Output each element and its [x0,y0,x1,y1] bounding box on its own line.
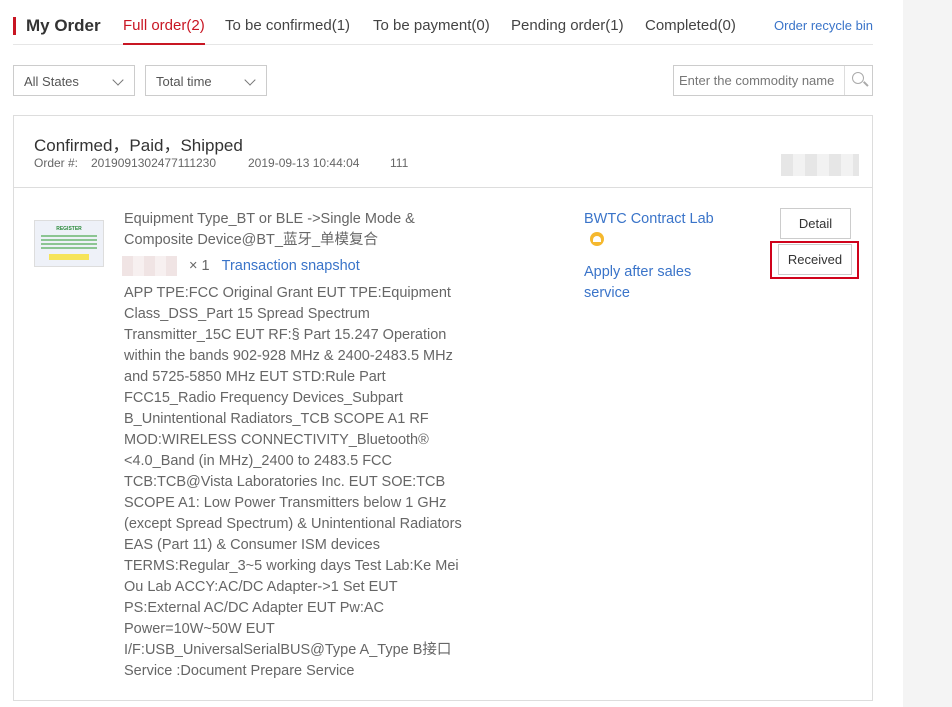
order-number-label: Order #: [34,156,79,170]
page-title: My Order [26,16,101,35]
commodity-search [673,65,873,96]
order-card-header: Confirmed，Paid，Shipped Order #: 20190913… [14,116,872,188]
order-card: Confirmed，Paid，Shipped Order #: 20190913… [13,115,873,701]
tab-to-be-confirmed[interactable]: To be confirmed(1) [225,17,350,34]
received-highlight-box [770,241,859,279]
seller-link[interactable]: BWTC Contract Lab [584,209,714,251]
order-number: 2019091302477111230 [91,156,217,170]
commodity-search-input[interactable] [674,66,844,95]
product-quantity: × 1 [189,257,210,274]
order-datetime: 2019-09-13 10:44:04 [248,156,360,170]
time-select[interactable]: Total time [145,65,267,96]
product-quantity-row: × 1 Transaction snapshot [122,256,360,278]
chevron-down-icon [112,74,124,86]
tab-pending-order[interactable]: Pending order(1) [511,17,624,34]
product-name: Equipment Type_BT or BLE ->Single Mode &… [124,211,415,248]
search-icon [852,72,864,84]
right-gutter [903,0,952,707]
thumbnail-lines [41,235,97,249]
order-recycle-bin-link[interactable]: Order recycle bin [774,18,873,33]
tab-full-order[interactable]: Full order(2) [123,17,205,45]
redacted-block [781,154,859,176]
redacted-price [122,256,177,276]
order-status: Confirmed，Paid，Shipped [34,136,243,155]
state-select[interactable]: All States [13,65,135,96]
tab-to-be-payment[interactable]: To be payment(0) [373,17,490,34]
search-icon-handle [863,81,869,87]
transaction-snapshot-link[interactable]: Transaction snapshot [222,258,360,274]
thumbnail-stamp [49,254,89,260]
chevron-down-icon [244,74,256,86]
order-extra: 111 [390,156,409,170]
customer-service-icon[interactable] [590,232,604,246]
after-sales-link[interactable]: Apply after sales service [584,262,694,304]
time-select-value: Total time [156,74,212,89]
thumbnail-text: REGISTER [56,226,82,232]
state-select-value: All States [24,74,79,89]
seller-name: BWTC Contract Lab [584,211,714,227]
product-thumbnail[interactable]: REGISTER [34,220,104,267]
title-accent-bar [13,17,16,35]
order-header: My Order Full order(2) To be confirmed(1… [13,0,873,45]
tab-completed[interactable]: Completed(0) [645,17,736,34]
product-description: APP TPE:FCC Original Grant EUT TPE:Equip… [124,285,462,679]
detail-button[interactable]: Detail [780,208,851,239]
search-button[interactable] [844,66,872,95]
